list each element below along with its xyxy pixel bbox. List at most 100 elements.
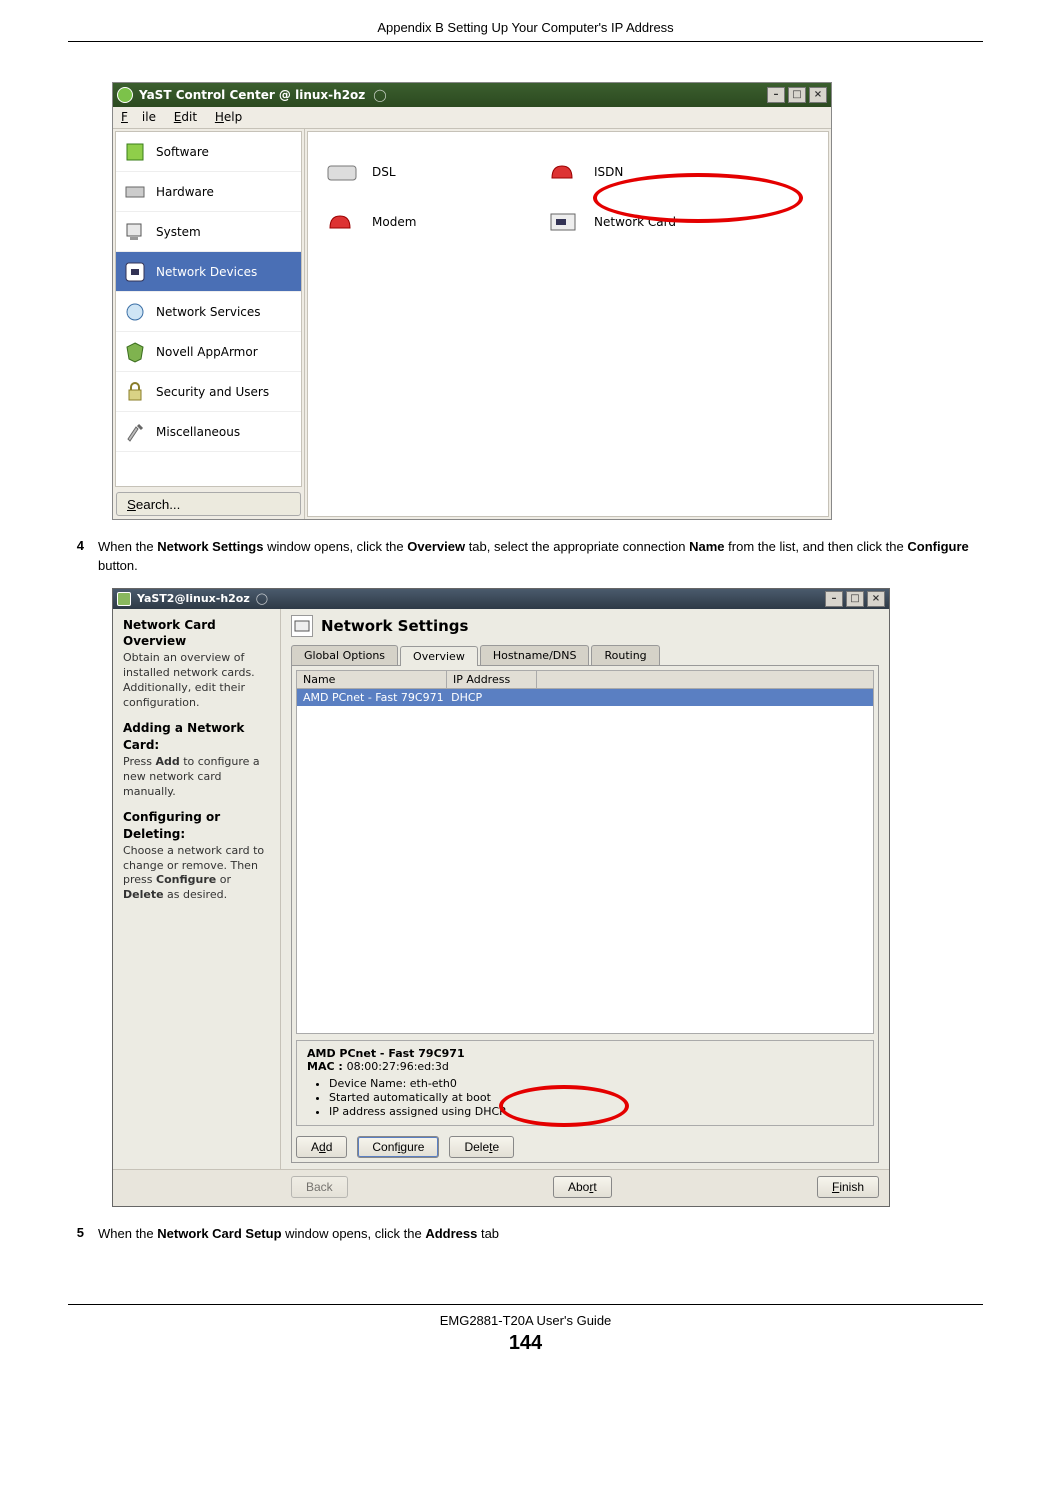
step-number: 5 [68, 1225, 98, 1244]
sidebar-label: Novell AppArmor [156, 345, 258, 359]
tab-overview[interactable]: Overview [400, 646, 478, 666]
col-name[interactable]: Name [297, 671, 447, 688]
configure-button[interactable]: Configure [357, 1136, 439, 1158]
maximize-button[interactable]: □ [788, 87, 806, 103]
yast-control-center-window: YaST Control Center @ linux-h2oz ◯ – □ ×… [112, 82, 832, 520]
page-footer: EMG2881-T20A User's Guide 144 [68, 1304, 983, 1355]
title-decor-icon: ◯ [373, 88, 386, 102]
item-label: DSL [372, 165, 396, 179]
back-button: Back [291, 1176, 348, 1198]
titlebar: YaST Control Center @ linux-h2oz ◯ – □ × [113, 83, 831, 107]
help-text: Press Add to configure a new network car… [123, 755, 270, 800]
help-text: Choose a network card to change or remov… [123, 844, 270, 903]
page-number: 144 [68, 1332, 983, 1355]
search-button[interactable]: Search... [116, 492, 301, 516]
help-text: Obtain an overview of installed network … [123, 651, 270, 710]
appendix-header: Appendix B Setting Up Your Computer's IP… [68, 20, 983, 42]
tab-bar: Global Options Overview Hostname/DNS Rou… [291, 645, 879, 665]
software-icon [122, 139, 148, 165]
help-pane: Network Card Overview Obtain an overview… [113, 609, 281, 1169]
yast2-network-settings-window: YaST2@linux-h2oz ◯ – □ × Network Card Ov… [112, 588, 890, 1207]
content-area: DSL ISDN Modem Network Card [307, 131, 829, 517]
grid-row-selected[interactable]: AMD PCnet - Fast 79C971 DHCP [297, 689, 873, 706]
item-isdn[interactable]: ISDN [548, 158, 623, 186]
detail-bullet: Device Name: eth-eth0 [329, 1077, 863, 1090]
sidebar-item-apparmor[interactable]: Novell AppArmor [116, 332, 301, 372]
category-sidebar: Software Hardware System Network Devices [115, 131, 302, 487]
tab-content: Name IP Address AMD PCnet - Fast 79C971 … [291, 665, 879, 1163]
menu-edit[interactable]: Edit [174, 110, 197, 124]
titlebar: YaST2@linux-h2oz ◯ – □ × [113, 589, 889, 609]
help-heading: Adding a Network Card: [123, 720, 270, 752]
item-label: ISDN [594, 165, 623, 179]
window-title: YaST2@linux-h2oz [137, 592, 250, 605]
sidebar-label: Software [156, 145, 209, 159]
system-icon [122, 219, 148, 245]
sidebar-item-hardware[interactable]: Hardware [116, 172, 301, 212]
help-heading: Network Card Overview [123, 617, 270, 649]
sidebar-label: Network Devices [156, 265, 257, 279]
step-number: 4 [68, 538, 98, 576]
menu-help[interactable]: Help [215, 110, 242, 124]
security-icon [122, 379, 148, 405]
isdn-icon [548, 158, 582, 186]
apparmor-icon [122, 339, 148, 365]
add-button[interactable]: Add [296, 1136, 347, 1158]
title-decor-icon: ◯ [256, 592, 268, 605]
modem-icon [326, 208, 360, 236]
sidebar-label: Security and Users [156, 385, 269, 399]
sidebar-label: System [156, 225, 201, 239]
delete-button[interactable]: Delete [449, 1136, 514, 1158]
grid-header: Name IP Address [296, 670, 874, 688]
grid-body[interactable]: AMD PCnet - Fast 79C971 DHCP [296, 688, 874, 1034]
item-modem[interactable]: Modem [326, 208, 416, 236]
close-button[interactable]: × [809, 87, 827, 103]
detail-box: AMD PCnet - Fast 79C971 MAC : 08:00:27:9… [296, 1040, 874, 1126]
finish-button[interactable]: Finish [817, 1176, 879, 1198]
hardware-icon [122, 179, 148, 205]
bottom-bar: Back Abort Finish [113, 1169, 889, 1206]
abort-button[interactable]: Abort [553, 1176, 612, 1198]
minimize-button[interactable]: – [767, 87, 785, 103]
cell-ip: DHCP [451, 691, 482, 704]
detail-bullet: IP address assigned using DHCP [329, 1105, 863, 1118]
col-ip[interactable]: IP Address [447, 671, 537, 688]
network-card-icon [291, 615, 313, 637]
tab-global-options[interactable]: Global Options [291, 645, 398, 665]
item-label: Modem [372, 215, 416, 229]
item-network-card[interactable]: Network Card [548, 208, 676, 236]
step-text: When the Network Card Setup window opens… [98, 1225, 983, 1244]
sidebar-label: Hardware [156, 185, 214, 199]
page-title: Network Settings [321, 617, 468, 635]
sidebar-item-network-services[interactable]: Network Services [116, 292, 301, 332]
tab-routing[interactable]: Routing [591, 645, 659, 665]
menubar: File Edit Help [113, 107, 831, 129]
cell-name: AMD PCnet - Fast 79C971 [303, 691, 444, 704]
footer-title: EMG2881-T20A User's Guide [68, 1313, 983, 1328]
item-dsl[interactable]: DSL [326, 158, 396, 186]
misc-icon [122, 419, 148, 445]
detail-bullet: Started automatically at boot [329, 1091, 863, 1104]
sidebar-label: Miscellaneous [156, 425, 240, 439]
tab-hostname-dns[interactable]: Hostname/DNS [480, 645, 590, 665]
yast-icon [117, 87, 133, 103]
yast-icon [117, 592, 131, 606]
detail-name: AMD PCnet - Fast 79C971 [307, 1047, 863, 1060]
step-text: When the Network Settings window opens, … [98, 538, 983, 576]
sidebar-item-system[interactable]: System [116, 212, 301, 252]
sidebar-item-security[interactable]: Security and Users [116, 372, 301, 412]
sidebar-label: Network Services [156, 305, 261, 319]
menu-file[interactable]: File [121, 110, 156, 124]
network-card-icon [548, 208, 582, 236]
help-heading: Configuring or Deleting: [123, 809, 270, 841]
window-title: YaST Control Center @ linux-h2oz [139, 88, 365, 102]
sidebar-item-network-devices[interactable]: Network Devices [116, 252, 301, 292]
sidebar-item-software[interactable]: Software [116, 132, 301, 172]
dsl-icon [326, 158, 360, 186]
minimize-button[interactable]: – [825, 591, 843, 607]
close-button[interactable]: × [867, 591, 885, 607]
maximize-button[interactable]: □ [846, 591, 864, 607]
sidebar-item-misc[interactable]: Miscellaneous [116, 412, 301, 452]
detail-mac: MAC : 08:00:27:96:ed:3d [307, 1060, 863, 1073]
network-devices-icon [122, 259, 148, 285]
